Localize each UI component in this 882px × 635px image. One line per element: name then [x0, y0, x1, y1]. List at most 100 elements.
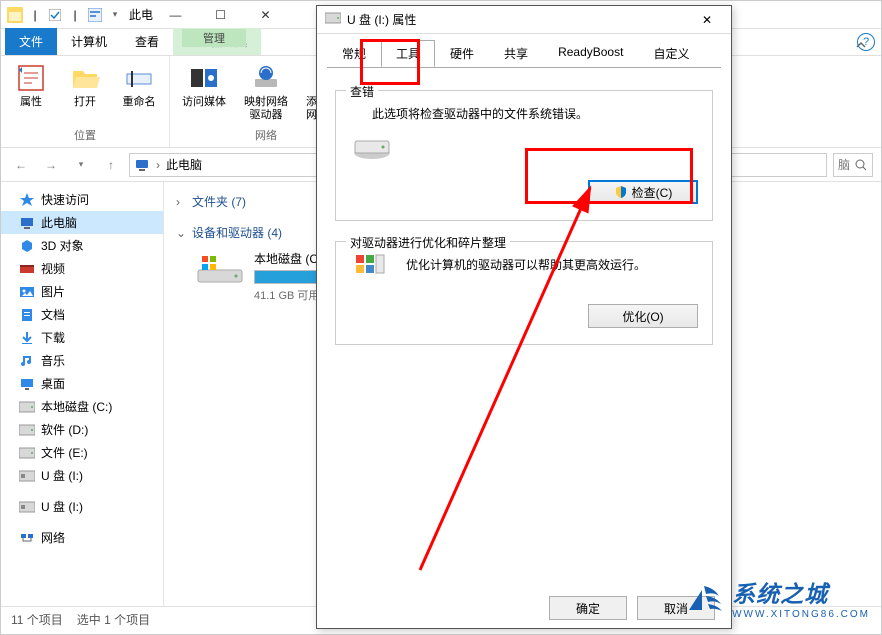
sidebar-item-label: 网络 [41, 529, 65, 546]
sidebar-item-label: 快速访问 [41, 191, 89, 208]
search-placeholder: 脑 [838, 156, 850, 173]
sidebar-item-label: 音乐 [41, 352, 65, 369]
watermark-brand: 系统之城 [732, 575, 870, 609]
up-button[interactable]: ↑ [99, 153, 123, 177]
drive-icon [19, 399, 35, 415]
dialog-tab[interactable]: 常规 [327, 40, 381, 67]
tab-file[interactable]: 文件 [5, 28, 57, 55]
optimize-button[interactable]: 优化(O) [588, 304, 698, 328]
watermark: 系统之城 WWW.XITONG86.COM [684, 575, 870, 620]
dialog-tab[interactable]: 共享 [489, 40, 543, 67]
maximize-button[interactable]: ☐ [198, 1, 243, 29]
sidebar-item-label: 本地磁盘 (C:) [41, 398, 112, 415]
dialog-title: U 盘 (I:) 属性 [347, 11, 416, 28]
sidebar-item-label: 3D 对象 [41, 237, 84, 254]
doc-icon [19, 307, 35, 323]
search-input[interactable]: 脑 [833, 153, 873, 177]
watermark-url: WWW.XITONG86.COM [732, 609, 870, 620]
sidebar-item-label: U 盘 (I:) [41, 498, 83, 515]
open-button[interactable]: 打开 [63, 62, 107, 109]
sidebar-item[interactable]: 视频 [1, 257, 163, 280]
group-errorcheck-title: 查错 [346, 83, 378, 100]
dialog-titlebar[interactable]: U 盘 (I:) 属性 ✕ [317, 6, 731, 34]
media-button[interactable]: 访问媒体 [178, 62, 230, 109]
sidebar-item-label: 此电脑 [41, 214, 77, 231]
chevron-down-icon[interactable]: ▾ [69, 153, 93, 177]
shield-icon [614, 185, 628, 199]
ok-button[interactable]: 确定 [549, 596, 627, 620]
map-drive-icon [250, 62, 282, 94]
rename-button[interactable]: 重命名 [117, 62, 161, 109]
watermark-logo-icon [684, 578, 724, 618]
status-count: 11 个项目 [11, 611, 63, 628]
sidebar-item[interactable]: 快速访问 [1, 188, 163, 211]
sidebar-item[interactable]: 3D 对象 [1, 234, 163, 257]
properties-button[interactable]: 属性 [9, 62, 53, 109]
check-button[interactable]: 检查(C) [588, 180, 698, 204]
sidebar-item[interactable]: U 盘 (I:) [1, 495, 163, 518]
sidebar-item[interactable]: 桌面 [1, 372, 163, 395]
sidebar-item[interactable]: 下载 [1, 326, 163, 349]
desk-icon [19, 376, 35, 392]
properties-icon[interactable] [87, 7, 103, 23]
sidebar-item[interactable]: U 盘 (I:) [1, 464, 163, 487]
chevron-right-icon: › [176, 195, 188, 209]
defrag-icon [350, 254, 394, 288]
dialog-tab[interactable]: ReadyBoost [543, 40, 638, 67]
address-location: 此电脑 [166, 156, 202, 173]
close-button[interactable]: ✕ [243, 1, 288, 29]
usb-icon [19, 468, 35, 484]
cube-icon [19, 238, 35, 254]
group-optimize: 对驱动器进行优化和碎片整理 优化计算机的驱动器可以帮助其更高效运行。 优化(O) [335, 241, 713, 345]
map-drive-button[interactable]: 映射网络 驱动器 [240, 62, 292, 122]
sidebar-item[interactable]: 文档 [1, 303, 163, 326]
forward-button[interactable]: → [39, 153, 63, 177]
usb-icon [19, 499, 35, 515]
sidebar-item[interactable]: 音乐 [1, 349, 163, 372]
sidebar-item-label: U 盘 (I:) [41, 467, 83, 484]
sidebar-item-label: 桌面 [41, 375, 65, 392]
star-icon [19, 192, 35, 208]
checkbox-icon[interactable] [47, 7, 63, 23]
nav-sidebar: 快速访问此电脑 3D 对象视频图片文档下载音乐桌面本地磁盘 (C:) 软件 (D:)… [1, 182, 164, 606]
group-errorcheck: 查错 此选项将检查驱动器中的文件系统错误。 检查(C) [335, 90, 713, 221]
ribbon-group-location: 属性 打开 重命名 位置 [1, 56, 170, 147]
window-controls: — ☐ ✕ [153, 1, 288, 29]
chevron-down-icon: ⌄ [176, 226, 188, 240]
tab-computer[interactable]: 计算机 [57, 28, 121, 55]
dialog-tab[interactable]: 工具 [381, 40, 435, 67]
sidebar-item[interactable]: 网络 [1, 526, 163, 549]
sidebar-item[interactable]: 文件 (E:) [1, 441, 163, 464]
sidebar-item[interactable]: 软件 (D:) [1, 418, 163, 441]
sidebar-item[interactable]: 本地磁盘 (C:) [1, 395, 163, 418]
net-icon [19, 530, 35, 546]
group-label-network: 网络 [255, 125, 277, 145]
properties-icon [15, 62, 47, 94]
sidebar-item[interactable]: 此电脑 [1, 211, 163, 234]
contextual-header: 管理 [182, 29, 246, 47]
drive-icon [196, 250, 244, 286]
group-optimize-title: 对驱动器进行优化和碎片整理 [346, 234, 510, 251]
sidebar-item-label: 下载 [41, 329, 65, 346]
check-button-label: 检查(C) [632, 184, 673, 201]
tab-view[interactable]: 查看 [121, 28, 173, 55]
search-icon [854, 158, 868, 172]
media-icon [188, 62, 220, 94]
help-button[interactable]: ? [857, 33, 875, 51]
folder-open-icon [69, 62, 101, 94]
optimize-text: 优化计算机的驱动器可以帮助其更高效运行。 [406, 254, 698, 273]
sidebar-item[interactable]: 图片 [1, 280, 163, 303]
minimize-button[interactable]: — [153, 1, 198, 29]
drive-icon [350, 130, 394, 164]
qat-divider: | [27, 7, 43, 23]
errorcheck-text: 此选项将检查驱动器中的文件系统错误。 [350, 103, 698, 122]
back-button[interactable]: ← [9, 153, 33, 177]
rename-icon [123, 62, 155, 94]
dialog-tab[interactable]: 硬件 [435, 40, 489, 67]
down-icon [19, 330, 35, 346]
caret-icon[interactable]: ▾ [107, 7, 123, 23]
sidebar-item-label: 文档 [41, 306, 65, 323]
dialog-close-button[interactable]: ✕ [691, 10, 723, 30]
drive-icon [19, 422, 35, 438]
dialog-tab[interactable]: 自定义 [638, 40, 704, 67]
